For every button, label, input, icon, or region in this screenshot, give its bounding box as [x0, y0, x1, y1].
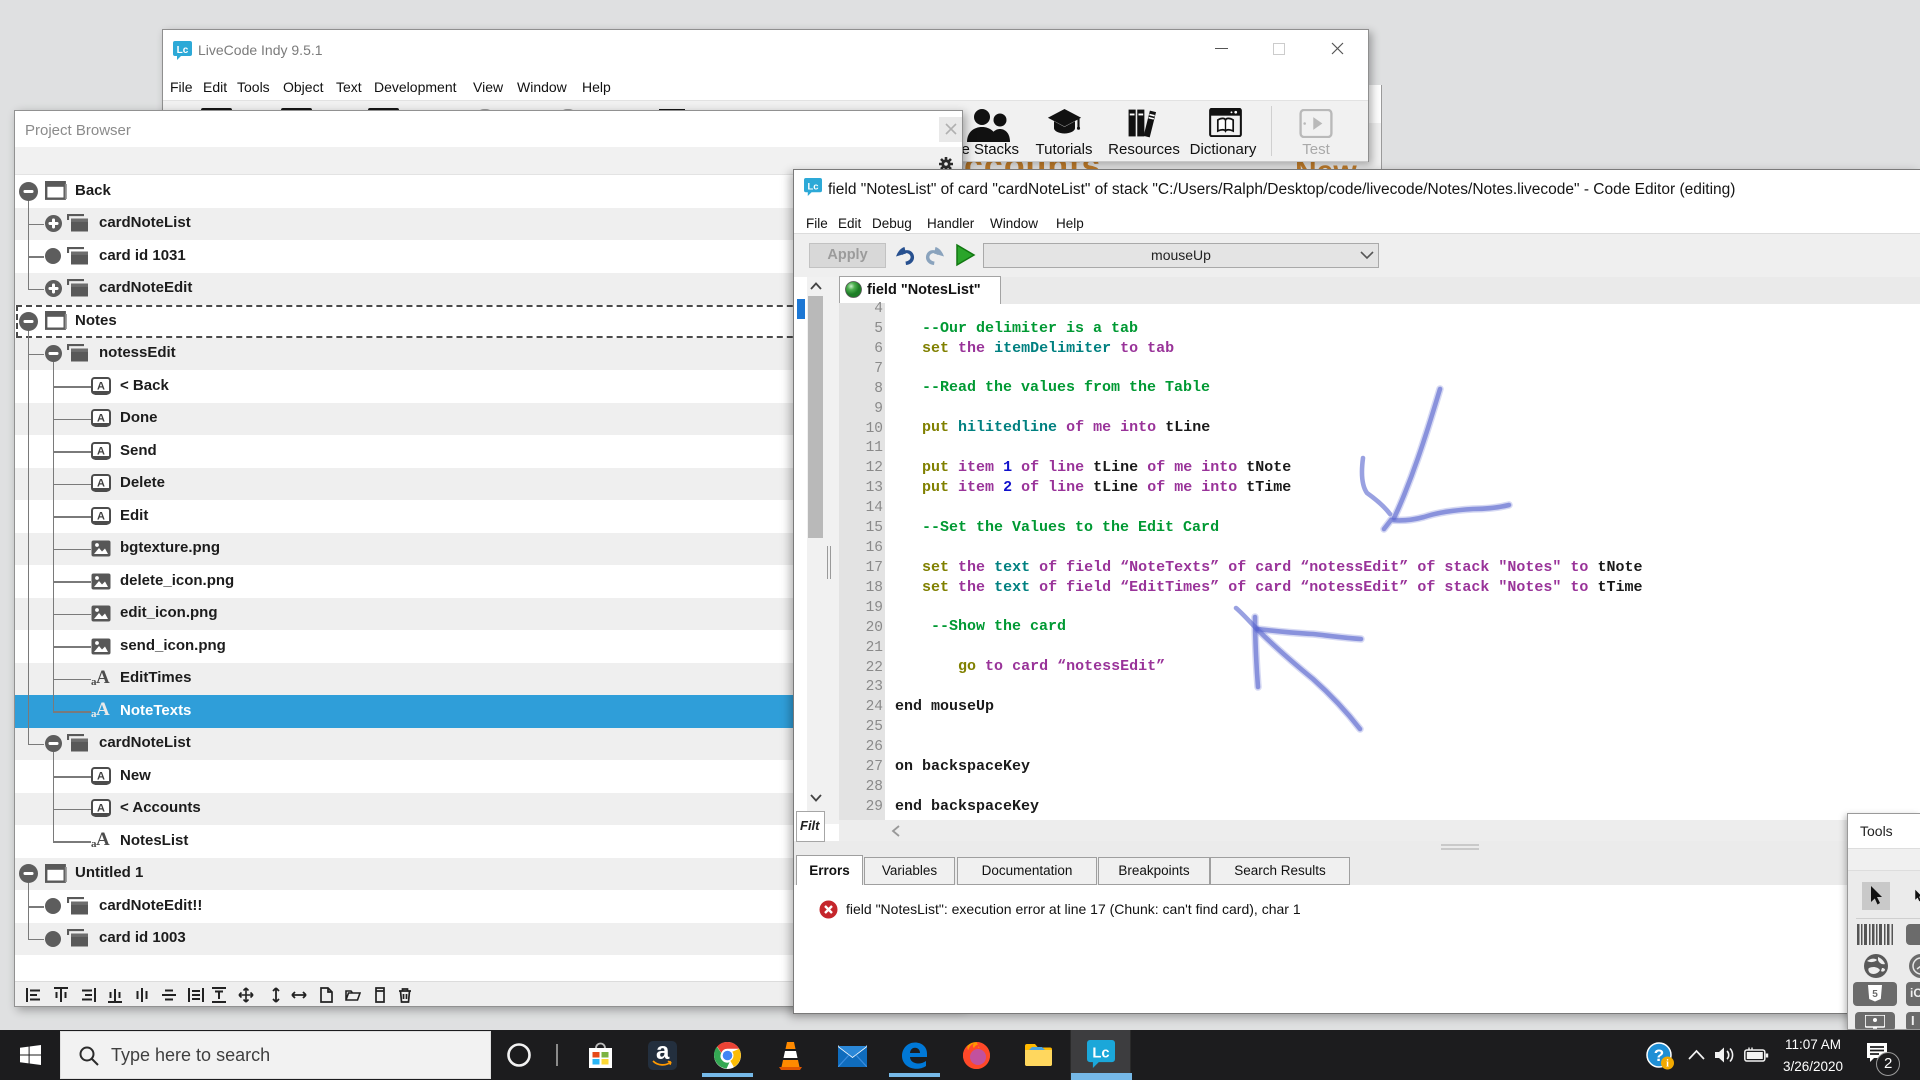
svg-text:A: A: [97, 478, 105, 490]
svg-text:A: A: [97, 803, 105, 815]
svg-text:Lc: Lc: [1092, 1046, 1109, 1062]
svg-text:i: i: [1666, 1059, 1669, 1070]
svg-text:A: A: [97, 510, 105, 522]
svg-text:A: A: [97, 380, 105, 392]
svg-text:A: A: [97, 413, 105, 425]
svg-text:Lc: Lc: [177, 45, 189, 56]
svg-text:A: A: [97, 770, 105, 782]
svg-text:5: 5: [1872, 989, 1878, 1000]
svg-text:A: A: [97, 445, 105, 457]
